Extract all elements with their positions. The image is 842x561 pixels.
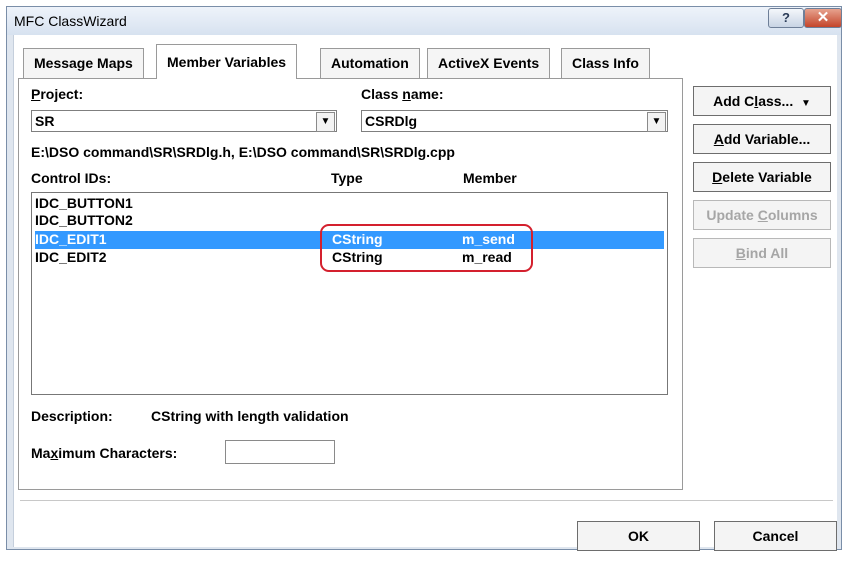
class-name-combo[interactable]: CSRDlg ▼ bbox=[361, 110, 668, 132]
control-id: IDC_EDIT2 bbox=[35, 249, 107, 265]
project-combo[interactable]: SR ▼ bbox=[31, 110, 337, 132]
max-characters-label: Maximum Characters: bbox=[31, 445, 178, 461]
member-header: Member bbox=[463, 170, 517, 186]
max-characters-input[interactable] bbox=[225, 440, 335, 464]
control-ids-header: Control IDs: bbox=[31, 170, 112, 186]
add-variable-button[interactable]: Add Variable... bbox=[693, 124, 831, 154]
divider bbox=[20, 500, 833, 501]
chevron-down-icon: ▼ bbox=[801, 98, 811, 109]
list-item[interactable]: IDC_BUTTON1 bbox=[35, 195, 664, 213]
tab-member-variables[interactable]: Member Variables bbox=[156, 44, 298, 79]
title-bar[interactable] bbox=[7, 7, 841, 35]
tab-automation[interactable]: Automation bbox=[320, 48, 420, 78]
close-icon: ✕ bbox=[816, 9, 830, 26]
project-value: SR bbox=[35, 113, 55, 129]
tab-message-maps[interactable]: Message Maps bbox=[23, 48, 144, 78]
annotation-highlight bbox=[320, 224, 533, 272]
question-mark-icon: ? bbox=[782, 10, 790, 25]
bind-all-button[interactable]: Bind All bbox=[693, 238, 831, 268]
description-label: Description: bbox=[31, 408, 113, 424]
cancel-button[interactable]: Cancel bbox=[714, 521, 837, 551]
control-id: IDC_EDIT1 bbox=[35, 231, 107, 247]
close-button[interactable]: ✕ bbox=[804, 8, 842, 28]
class-name-value: CSRDlg bbox=[365, 113, 418, 129]
chevron-down-icon[interactable]: ▼ bbox=[647, 112, 666, 132]
add-class-button[interactable]: Add Class... ▼ bbox=[693, 86, 831, 116]
update-columns-button[interactable]: Update Columns bbox=[693, 200, 831, 230]
tab-class-info[interactable]: Class Info bbox=[561, 48, 650, 78]
control-id: IDC_BUTTON1 bbox=[35, 195, 133, 211]
help-button[interactable]: ? bbox=[768, 8, 804, 28]
file-paths: E:\DSO command\SR\SRDlg.h, E:\DSO comman… bbox=[31, 144, 455, 160]
chevron-down-icon[interactable]: ▼ bbox=[316, 112, 335, 132]
project-label: Project: bbox=[31, 86, 84, 102]
window-title: MFC ClassWizard bbox=[14, 13, 127, 29]
delete-variable-button[interactable]: Delete Variable bbox=[693, 162, 831, 192]
description-value: CString with length validation bbox=[151, 408, 349, 424]
class-name-label: Class name: bbox=[361, 86, 444, 102]
frame-edge bbox=[13, 35, 14, 547]
control-id: IDC_BUTTON2 bbox=[35, 212, 133, 228]
type-header: Type bbox=[331, 170, 363, 186]
tab-activex-events[interactable]: ActiveX Events bbox=[427, 48, 551, 78]
ok-button[interactable]: OK bbox=[577, 521, 700, 551]
control-ids-list[interactable]: IDC_BUTTON1 IDC_BUTTON2 IDC_EDIT1 CStrin… bbox=[31, 192, 668, 395]
